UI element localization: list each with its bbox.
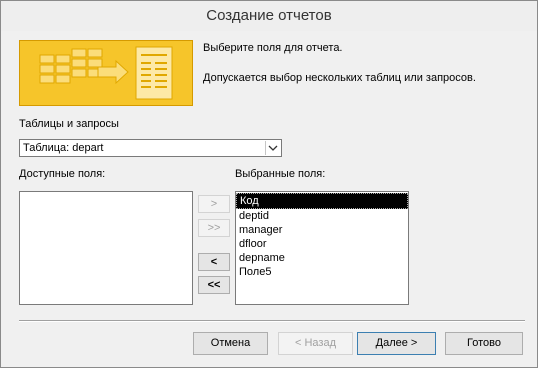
tables-combo-value: Таблица: depart xyxy=(23,142,104,154)
title-bar: Создание отчетов xyxy=(1,1,537,31)
list-item[interactable]: depname xyxy=(236,251,408,265)
instruction-line-1: Выберите поля для отчета. xyxy=(203,42,343,54)
next-button[interactable]: Далее > xyxy=(357,332,436,355)
cancel-button[interactable]: Отмена xyxy=(193,332,268,355)
list-item[interactable]: Поле5 xyxy=(236,265,408,279)
list-item[interactable]: Код xyxy=(236,193,408,209)
available-fields-label: Доступные поля: xyxy=(19,168,106,180)
list-item[interactable]: deptid xyxy=(236,209,408,223)
report-wizard-window: Создание отчетов Выберите поля для отчет… xyxy=(0,0,538,368)
footer-separator xyxy=(19,320,525,322)
available-fields-list[interactable] xyxy=(19,191,193,305)
tables-label: Таблицы и запросы xyxy=(19,118,119,130)
remove-field-button[interactable]: < xyxy=(198,253,230,271)
chevron-down-icon[interactable] xyxy=(265,141,280,155)
selected-fields-label: Выбранные поля: xyxy=(235,168,326,180)
wizard-banner-image xyxy=(19,40,193,106)
remove-all-fields-button[interactable]: << xyxy=(198,276,230,294)
finish-button[interactable]: Готово xyxy=(445,332,523,355)
list-item[interactable]: dfloor xyxy=(236,237,408,251)
instruction-line-2: Допускается выбор нескольких таблиц или … xyxy=(203,72,476,84)
window-title: Создание отчетов xyxy=(206,7,332,24)
add-all-fields-button[interactable]: >> xyxy=(198,219,230,237)
back-button[interactable]: < Назад xyxy=(278,332,353,355)
add-field-button[interactable]: > xyxy=(198,195,230,213)
list-item[interactable]: manager xyxy=(236,223,408,237)
selected-fields-list[interactable]: Код deptid manager dfloor depname Поле5 xyxy=(235,191,409,305)
tables-combobox[interactable]: Таблица: depart xyxy=(19,139,282,157)
